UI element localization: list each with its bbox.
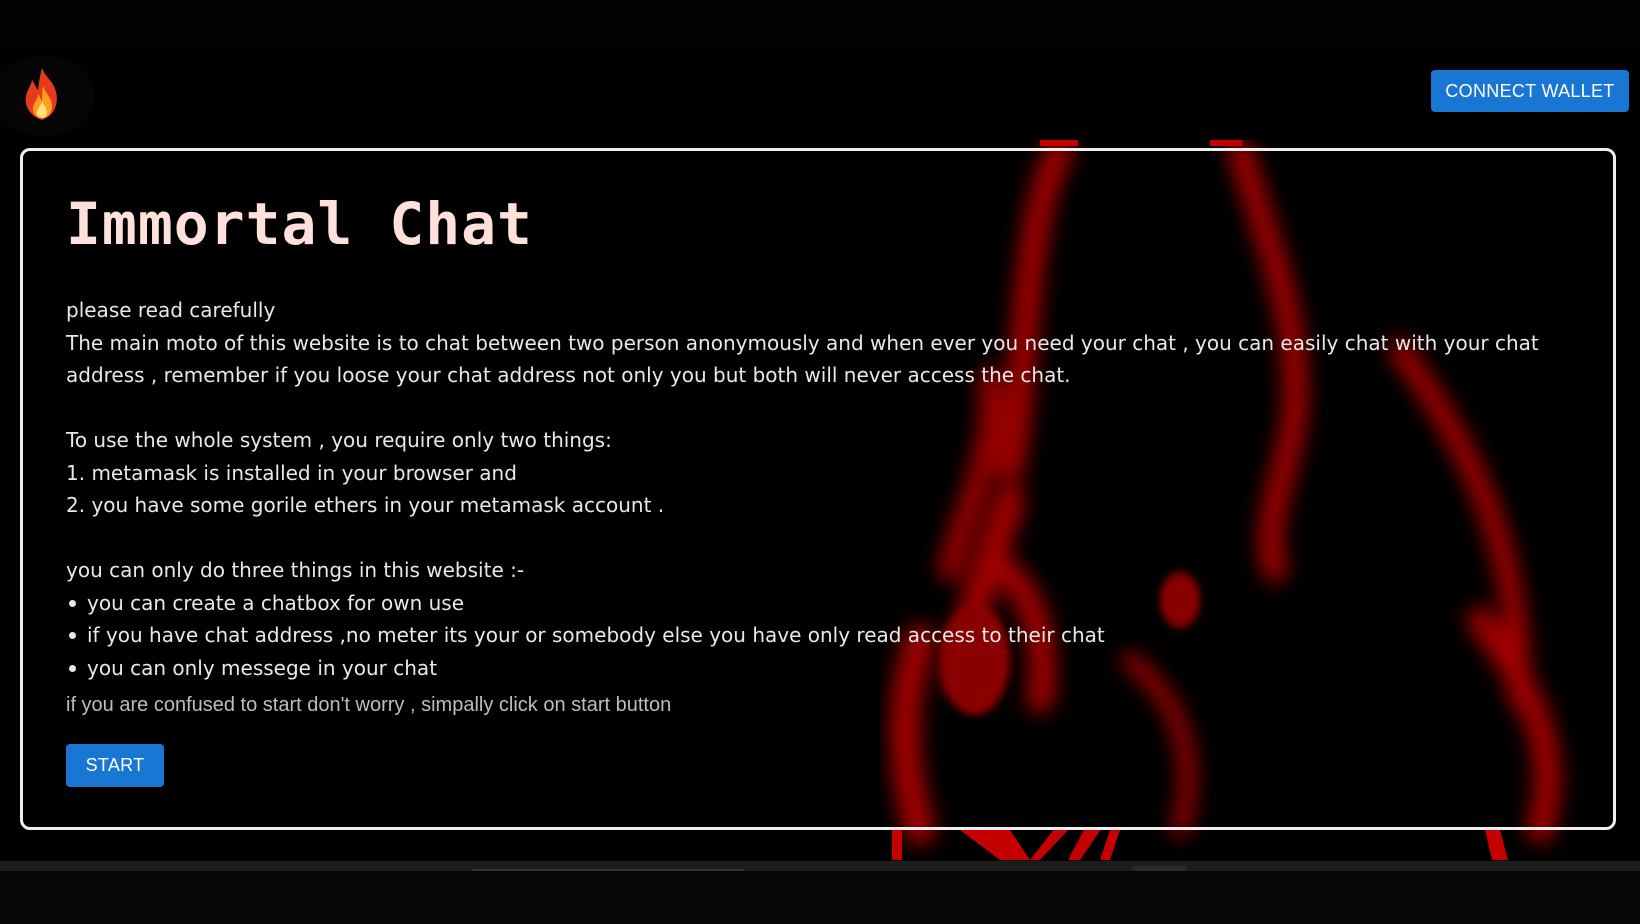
page-title: Immortal Chat xyxy=(66,190,533,258)
things-list: you can create a chatbox for own use if … xyxy=(66,587,1576,685)
top-strip xyxy=(0,0,1640,52)
list-item: you can create a chatbox for own use xyxy=(66,587,1576,620)
intro-paragraph: The main moto of this website is to chat… xyxy=(66,330,1539,388)
horizontal-scrollbar[interactable] xyxy=(0,861,1640,871)
hint-text: if you are confused to start don't worry… xyxy=(66,694,672,716)
list-item: you can only messege in your chat xyxy=(66,652,1576,685)
fire-icon xyxy=(25,68,57,120)
start-button[interactable]: START xyxy=(66,744,164,787)
requirement-item: 2. you have some gorile ethers in your m… xyxy=(66,493,665,517)
list-item: if you have chat address ,no meter its y… xyxy=(66,619,1576,652)
connect-wallet-button[interactable]: CONNECT WALLET xyxy=(1431,70,1629,112)
navbar xyxy=(0,52,1640,140)
intro-line: please read carefully xyxy=(66,298,276,322)
bottom-area xyxy=(0,871,1640,924)
requirement-item: 1. metamask is installed in your browser… xyxy=(66,460,517,485)
info-body: please read carefully The main moto of t… xyxy=(66,294,1576,684)
things-heading: you can only do three things in this web… xyxy=(66,558,525,582)
requirements-heading: To use the whole system , you require on… xyxy=(66,428,612,452)
